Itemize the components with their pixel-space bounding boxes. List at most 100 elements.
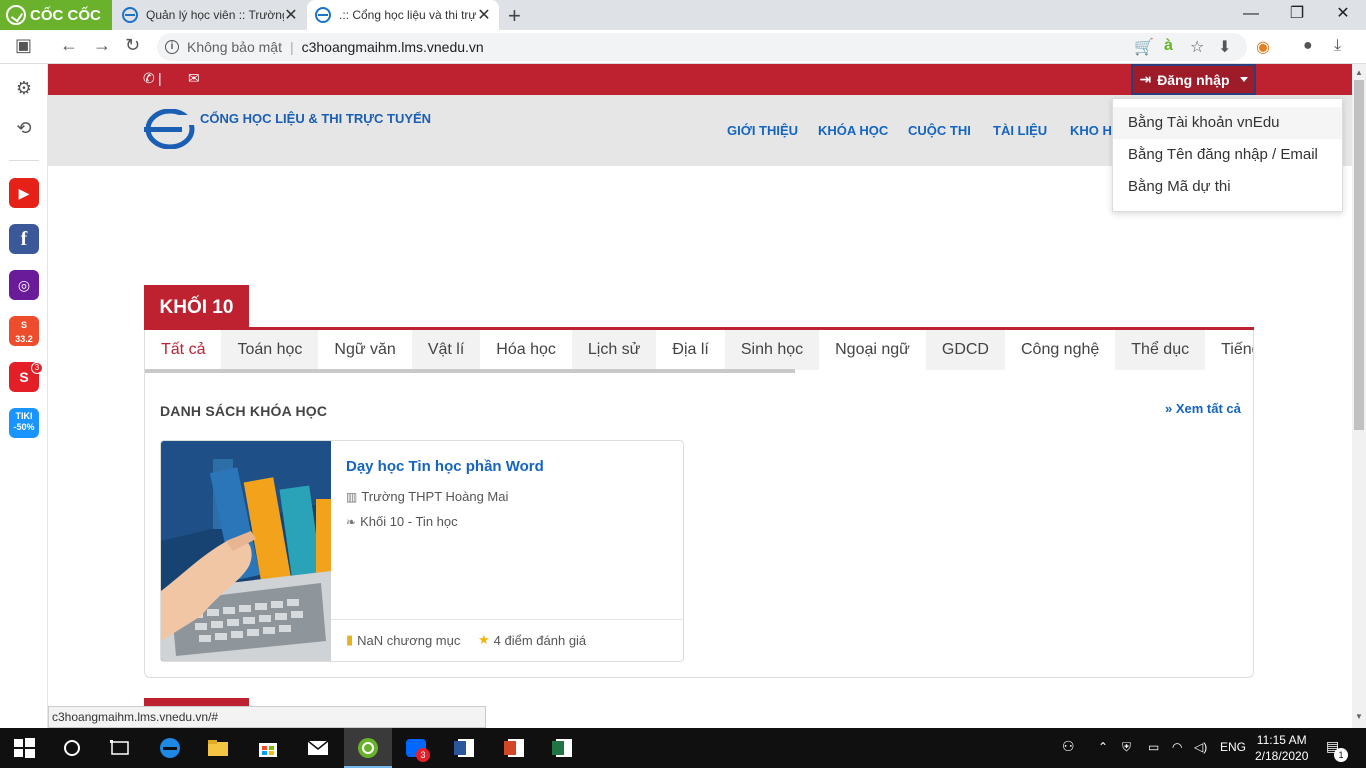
tab-ngoai-ngu[interactable]: Ngoại ngữ bbox=[819, 330, 926, 370]
shopee-icon[interactable]: S 33.2 bbox=[9, 316, 39, 346]
music-icon[interactable]: ◎ bbox=[9, 270, 39, 300]
chapters-count: NaN chương mục bbox=[357, 632, 461, 648]
tab-dia-li[interactable]: Địa lí bbox=[656, 330, 724, 370]
tab-ngu-van[interactable]: Ngữ văn bbox=[318, 330, 411, 370]
scroll-down-icon[interactable]: ▼ bbox=[1355, 712, 1363, 721]
card-footer-divider bbox=[331, 619, 683, 620]
coccoc-taskbar-icon[interactable] bbox=[356, 736, 380, 760]
login-dropdown-button[interactable]: ⇥ Đăng nhập bbox=[1131, 64, 1256, 95]
see-all-link[interactable]: » Xem tất cả bbox=[1165, 401, 1241, 416]
back-icon[interactable]: ← bbox=[60, 35, 78, 56]
page-scrollbar[interactable]: ▲ ▼ bbox=[1352, 64, 1366, 728]
windows-taskbar: 3 ⚇ ⌃ ⛨ ▭ ◠ ◁) ENG 11:15 AM 2/18/2020 ▤ … bbox=[0, 728, 1366, 768]
course-title-link[interactable]: Dạy học Tin học phần Word bbox=[346, 458, 544, 475]
tiki-icon[interactable]: TIKI -50% bbox=[9, 408, 39, 438]
powerpoint-icon[interactable] bbox=[502, 736, 526, 760]
address-bar[interactable]: i Không bảo mật | c3hoangmaihm.lms.vnedu… bbox=[157, 33, 1247, 61]
show-hidden-icons-icon[interactable]: ⌃ bbox=[1098, 740, 1108, 754]
edge-icon[interactable] bbox=[158, 736, 182, 760]
nav-tai-lieu[interactable]: TÀI LIỆU bbox=[993, 123, 1047, 138]
extension-icon[interactable]: ◉ bbox=[1256, 37, 1270, 57]
tab-hoa-hoc[interactable]: Hóa học bbox=[480, 330, 572, 370]
store-icon[interactable] bbox=[256, 736, 280, 760]
tab-cong-nghe[interactable]: Công nghệ bbox=[1005, 330, 1115, 370]
facebook-icon[interactable]: f bbox=[9, 224, 39, 254]
scrollbar-thumb[interactable] bbox=[1354, 80, 1364, 430]
site-logo-icon[interactable] bbox=[144, 109, 196, 149]
tab-toan-hoc[interactable]: Toán học bbox=[221, 330, 319, 370]
file-explorer-icon[interactable] bbox=[206, 736, 230, 760]
tab-vat-li[interactable]: Vật lí bbox=[411, 330, 481, 370]
grade-tab[interactable]: KHỐI 10 bbox=[144, 285, 249, 328]
tab-sinh-hoc[interactable]: Sinh học bbox=[724, 330, 820, 370]
address-toolbar: ▣ ← → ↻ i Không bảo mật | c3hoangmaihm.l… bbox=[0, 30, 1366, 64]
bookmark-star-icon[interactable]: ☆ bbox=[1190, 37, 1204, 57]
profile-icon[interactable]: ● bbox=[1303, 37, 1313, 55]
tab-lich-su[interactable]: Lịch sử bbox=[571, 330, 657, 370]
coccoc-logo-icon bbox=[6, 5, 26, 25]
course-thumbnail[interactable] bbox=[161, 441, 331, 662]
tab-the-duc[interactable]: Thể dục bbox=[1115, 330, 1206, 370]
star-icon: ★ bbox=[478, 632, 490, 647]
vietnamese-input-icon[interactable]: à bbox=[1164, 37, 1173, 55]
tab-gdcd[interactable]: GDCD bbox=[925, 330, 1005, 370]
subject-tabs-scrollbar[interactable] bbox=[145, 369, 795, 373]
search-icon[interactable] bbox=[60, 736, 84, 760]
vnedu-favicon-icon bbox=[315, 7, 331, 23]
tab-tat-ca[interactable]: Tất cả bbox=[145, 330, 221, 370]
browser-tab-2-active[interactable]: .:: Cổng học liệu và thi trực ✕ bbox=[307, 0, 499, 30]
downloads-icon[interactable]: ⤓ bbox=[1334, 37, 1341, 55]
task-view-icon[interactable] bbox=[108, 736, 132, 760]
nav-gioi-thieu[interactable]: GIỚI THIỆU bbox=[727, 123, 798, 138]
info-icon[interactable]: i bbox=[165, 40, 179, 54]
excel-icon[interactable] bbox=[550, 736, 574, 760]
book-icon: ▮ bbox=[346, 632, 354, 647]
email-icon[interactable]: ✉ bbox=[188, 70, 200, 87]
download-page-icon[interactable]: ⬇ bbox=[1218, 37, 1231, 57]
close-window-button[interactable]: ✕ bbox=[1320, 0, 1366, 30]
phone-icon[interactable]: ✆ bbox=[143, 70, 155, 87]
maximize-button[interactable]: ❐ bbox=[1274, 0, 1320, 30]
windows-start-icon[interactable] bbox=[12, 736, 36, 760]
battery-icon[interactable]: ▭ bbox=[1148, 740, 1159, 754]
school-name: Trường THPT Hoàng Mai bbox=[361, 489, 509, 504]
security-alert-icon[interactable]: ⛨ bbox=[1122, 740, 1131, 755]
volume-icon[interactable]: ◁) bbox=[1194, 740, 1207, 754]
language-indicator[interactable]: ENG bbox=[1220, 740, 1246, 754]
sidebar-toggle-icon[interactable]: ▣ bbox=[15, 35, 32, 56]
close-tab-icon[interactable]: ✕ bbox=[284, 5, 298, 25]
people-icon[interactable]: ⚇ bbox=[1062, 738, 1075, 755]
forward-icon[interactable]: → bbox=[93, 35, 111, 56]
word-icon[interactable] bbox=[452, 736, 476, 760]
site-title[interactable]: CỔNG HỌC LIỆU & THI TRỰC TUYẾN bbox=[200, 111, 431, 126]
shopping-cart-icon[interactable]: 🛒 bbox=[1134, 37, 1154, 57]
sidebar-divider bbox=[9, 160, 39, 161]
login-exam-code-option[interactable]: Bằng Mã dự thi bbox=[1113, 171, 1342, 203]
security-label: Không bảo mật bbox=[187, 39, 282, 55]
nav-khoa-hoc[interactable]: KHÓA HỌC bbox=[818, 123, 888, 138]
top-separator: | bbox=[158, 70, 162, 86]
course-card[interactable]: Dạy học Tin học phần Word ▥ Trường THPT … bbox=[160, 440, 684, 662]
minimize-button[interactable]: — bbox=[1228, 0, 1274, 30]
nav-cuoc-thi[interactable]: CUỘC THI bbox=[908, 123, 971, 138]
login-username-email-option[interactable]: Bằng Tên đăng nhập / Email bbox=[1113, 139, 1342, 171]
url-text[interactable]: c3hoangmaihm.lms.vnedu.vn bbox=[302, 39, 484, 55]
sendo-badge: 3 bbox=[31, 362, 43, 374]
history-icon[interactable]: ⟲ bbox=[13, 118, 35, 140]
close-tab-icon[interactable]: ✕ bbox=[477, 5, 491, 25]
wifi-icon[interactable]: ◠ bbox=[1172, 740, 1182, 754]
settings-icon[interactable]: ⚙ bbox=[13, 78, 35, 100]
tab-tieng[interactable]: Tiếng c bbox=[1205, 330, 1253, 370]
browser-tab-bar: CỐC CỐC Quản lý học viên :: Trường ✕ .::… bbox=[0, 0, 1366, 30]
vnedu-favicon-icon bbox=[122, 7, 138, 23]
mail-icon[interactable] bbox=[306, 736, 330, 760]
youtube-icon[interactable]: ▶ bbox=[9, 178, 39, 208]
clock[interactable]: 11:15 AM 2/18/2020 bbox=[1255, 732, 1308, 764]
login-vnedu-option[interactable]: Bằng Tài khoản vnEdu bbox=[1113, 107, 1342, 139]
reload-icon[interactable]: ↻ bbox=[125, 35, 140, 56]
coccoc-menu-button[interactable]: CỐC CỐC bbox=[0, 0, 112, 30]
browser-tab-1[interactable]: Quản lý học viên :: Trường ✕ bbox=[114, 0, 306, 30]
scroll-up-icon[interactable]: ▲ bbox=[1355, 68, 1363, 77]
new-tab-button[interactable]: + bbox=[508, 3, 521, 29]
sign-in-icon: ⇥ bbox=[1139, 71, 1152, 87]
